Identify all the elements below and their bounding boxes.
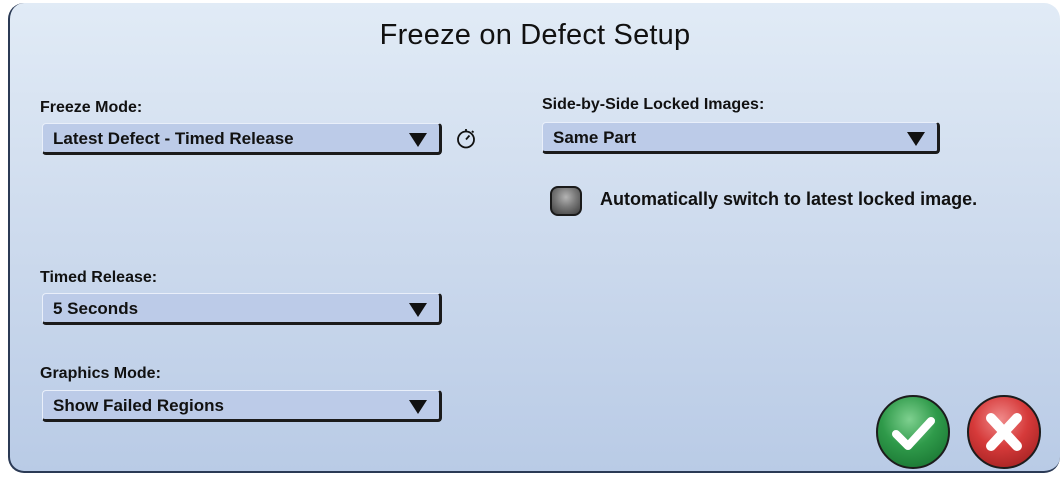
graphics-mode-value: Show Failed Regions <box>53 396 224 415</box>
side-by-side-label: Side-by-Side Locked Images: <box>542 96 765 113</box>
auto-switch-label: Automatically switch to latest locked im… <box>600 189 978 209</box>
freeze-mode-label: Freeze Mode: <box>40 99 143 116</box>
timed-release-value: 5 Seconds <box>53 299 139 318</box>
graphics-mode-label: Graphics Mode: <box>40 365 161 382</box>
cancel-button[interactable] <box>967 395 1041 469</box>
ok-button[interactable] <box>876 395 950 469</box>
auto-switch-checkbox[interactable] <box>550 186 582 216</box>
stopwatch-icon <box>457 129 475 149</box>
dialog-title: Freeze on Defect Setup <box>379 19 691 51</box>
freeze-mode-dropdown[interactable]: Latest Defect - Timed Release <box>42 123 442 155</box>
side-by-side-value: Same Part <box>553 128 637 147</box>
timed-release-dropdown[interactable]: 5 Seconds <box>42 293 442 325</box>
chevron-down-icon <box>409 133 427 147</box>
timed-release-label: Timed Release: <box>40 269 158 286</box>
x-icon <box>986 413 1022 451</box>
graphics-mode-dropdown[interactable]: Show Failed Regions <box>42 390 442 422</box>
checkmark-icon <box>892 417 935 450</box>
side-by-side-dropdown[interactable]: Same Part <box>542 122 940 154</box>
freeze-mode-value: Latest Defect - Timed Release <box>53 129 294 148</box>
freeze-setup-dialog: Freeze on Defect Setup Freeze Mode: Late… <box>8 3 1060 473</box>
chevron-down-icon <box>907 132 925 146</box>
chevron-down-icon <box>409 400 427 414</box>
chevron-down-icon <box>409 303 427 317</box>
